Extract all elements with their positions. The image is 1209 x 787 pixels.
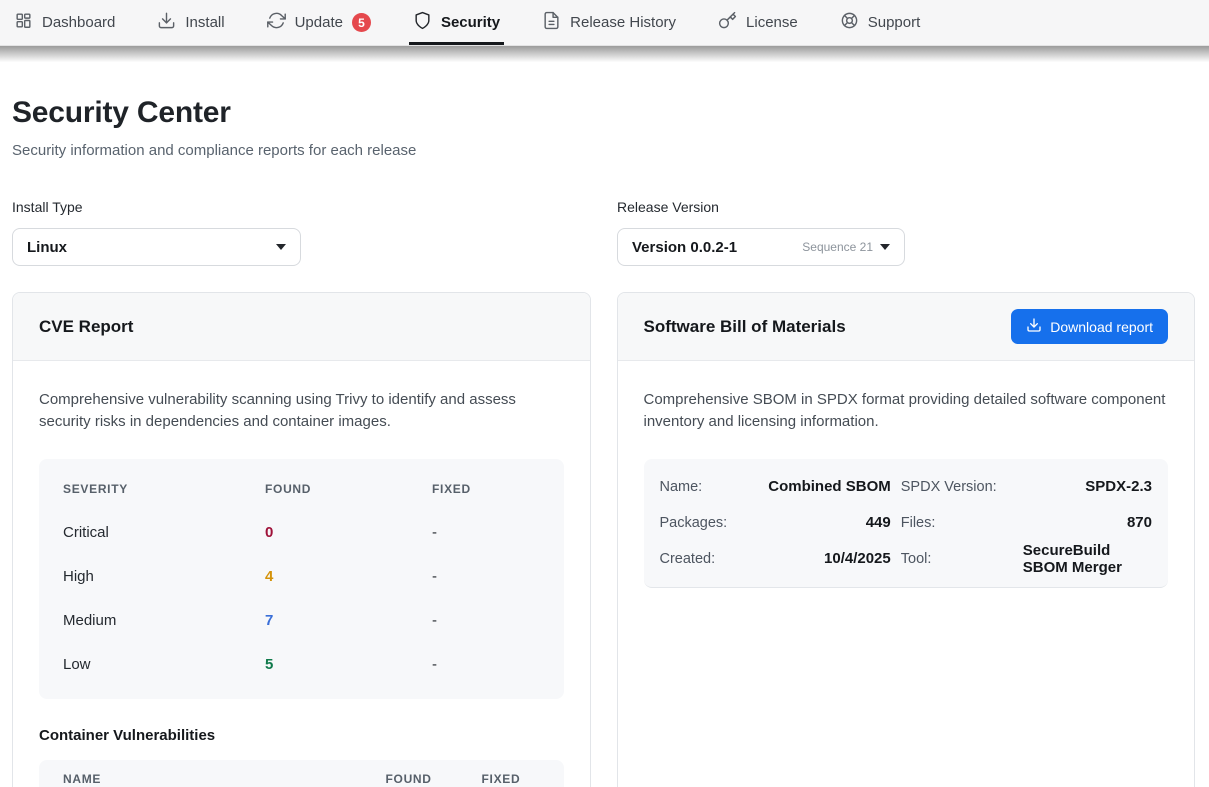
dashboard-grid-icon <box>14 11 33 34</box>
install-type-label: Install Type <box>12 199 301 215</box>
table-row-low: Low 5 - <box>63 643 540 687</box>
fixed-count: - <box>432 524 540 541</box>
column-header-fixed: FIXED <box>432 482 540 496</box>
severity-table-header: SEVERITY FOUND FIXED <box>63 467 540 511</box>
fixed-count: - <box>432 568 540 585</box>
detail-label: Tool: <box>901 541 1013 577</box>
found-count: 4 <box>265 568 432 585</box>
nav-tab-support[interactable]: Support <box>840 0 921 45</box>
nav-tab-label: Support <box>868 14 921 31</box>
lifebuoy-icon <box>840 11 859 34</box>
release-version-label: Release Version <box>617 199 905 215</box>
install-type-value: Linux <box>27 239 67 256</box>
download-report-label: Download report <box>1050 319 1153 335</box>
page-subtitle: Security information and compliance repo… <box>12 142 1195 159</box>
detail-value: Combined SBOM <box>762 469 891 505</box>
refresh-icon <box>267 11 286 34</box>
detail-value: SPDX-2.3 <box>1023 469 1152 505</box>
found-count: 5 <box>265 656 432 673</box>
nav-tab-dashboard[interactable]: Dashboard <box>14 0 115 45</box>
severity-label: Critical <box>63 524 265 541</box>
detail-value: 870 <box>1023 505 1152 541</box>
fixed-count: - <box>432 612 540 629</box>
document-icon <box>542 11 561 34</box>
chevron-down-icon <box>880 244 890 250</box>
found-count: 7 <box>265 612 432 629</box>
nav-tab-license[interactable]: License <box>718 0 798 45</box>
severity-table: SEVERITY FOUND FIXED Critical 0 - High 4… <box>39 459 564 699</box>
nav-tab-security[interactable]: Security <box>413 0 500 45</box>
column-header-found: FOUND <box>265 482 432 496</box>
download-icon <box>157 11 176 34</box>
nav-tab-label: Install <box>185 14 224 31</box>
detail-label: Name: <box>660 469 752 505</box>
detail-label: Packages: <box>660 505 752 541</box>
chevron-down-icon <box>276 244 286 250</box>
sbom-title: Software Bill of Materials <box>644 317 846 337</box>
sbom-details: Name: Combined SBOM SPDX Version: SPDX-2… <box>644 459 1169 588</box>
page-title: Security Center <box>12 96 1195 130</box>
nav-tab-label: License <box>746 14 798 31</box>
shield-icon <box>413 11 432 34</box>
sbom-description: Comprehensive SBOM in SPDX format provid… <box>644 389 1169 433</box>
severity-label: Medium <box>63 612 265 629</box>
column-header-found: Found <box>386 772 482 786</box>
detail-value: SecureBuild SBOM Merger <box>1023 541 1152 577</box>
cve-report-card: CVE Report Comprehensive vulnerability s… <box>12 292 591 787</box>
severity-label: Low <box>63 656 265 673</box>
severity-label: High <box>63 568 265 585</box>
detail-label: Created: <box>660 541 752 577</box>
found-count: 0 <box>265 524 432 541</box>
download-report-button[interactable]: Download report <box>1011 309 1168 344</box>
nav-tab-label: Dashboard <box>42 14 115 31</box>
release-version-select[interactable]: Version 0.0.2-1 Sequence 21 <box>617 228 905 266</box>
container-vulnerabilities-header: Name Found Fixed <box>39 760 564 787</box>
release-version-value: Version 0.0.2-1 <box>632 239 737 256</box>
table-row-medium: Medium 7 - <box>63 599 540 643</box>
detail-value: 449 <box>762 505 891 541</box>
nav-tab-label: Security <box>441 14 500 31</box>
cve-report-title: CVE Report <box>39 317 133 337</box>
detail-label: SPDX Version: <box>901 469 1013 505</box>
table-row-high: High 4 - <box>63 555 540 599</box>
nav-tab-label: Update <box>295 14 343 31</box>
nav-tab-label: Release History <box>570 14 676 31</box>
main-content: Security Center Security information and… <box>0 96 1209 787</box>
nav-shadow <box>0 46 1209 62</box>
column-header-fixed: Fixed <box>482 772 540 786</box>
download-icon <box>1026 317 1042 336</box>
install-type-select[interactable]: Linux <box>12 228 301 266</box>
sbom-card: Software Bill of Materials Download repo… <box>617 292 1196 787</box>
filters-row: Install Type Linux Release Version Versi… <box>12 199 1195 266</box>
detail-value: 10/4/2025 <box>762 541 891 577</box>
table-row-critical: Critical 0 - <box>63 511 540 555</box>
container-vulnerabilities-title: Container Vulnerabilities <box>39 727 564 744</box>
top-nav: Dashboard Install Update 5 Security Rele… <box>0 0 1209 46</box>
update-count-badge: 5 <box>352 13 371 32</box>
sequence-label: Sequence 21 <box>802 240 873 254</box>
cve-report-description: Comprehensive vulnerability scanning usi… <box>39 389 564 433</box>
nav-tab-release-history[interactable]: Release History <box>542 0 676 45</box>
fixed-count: - <box>432 656 540 673</box>
column-header-name: Name <box>63 772 386 786</box>
key-icon <box>718 11 737 34</box>
column-header-severity: SEVERITY <box>63 482 265 496</box>
nav-tab-update[interactable]: Update 5 <box>267 0 371 45</box>
nav-tab-install[interactable]: Install <box>157 0 224 45</box>
detail-label: Files: <box>901 505 1013 541</box>
